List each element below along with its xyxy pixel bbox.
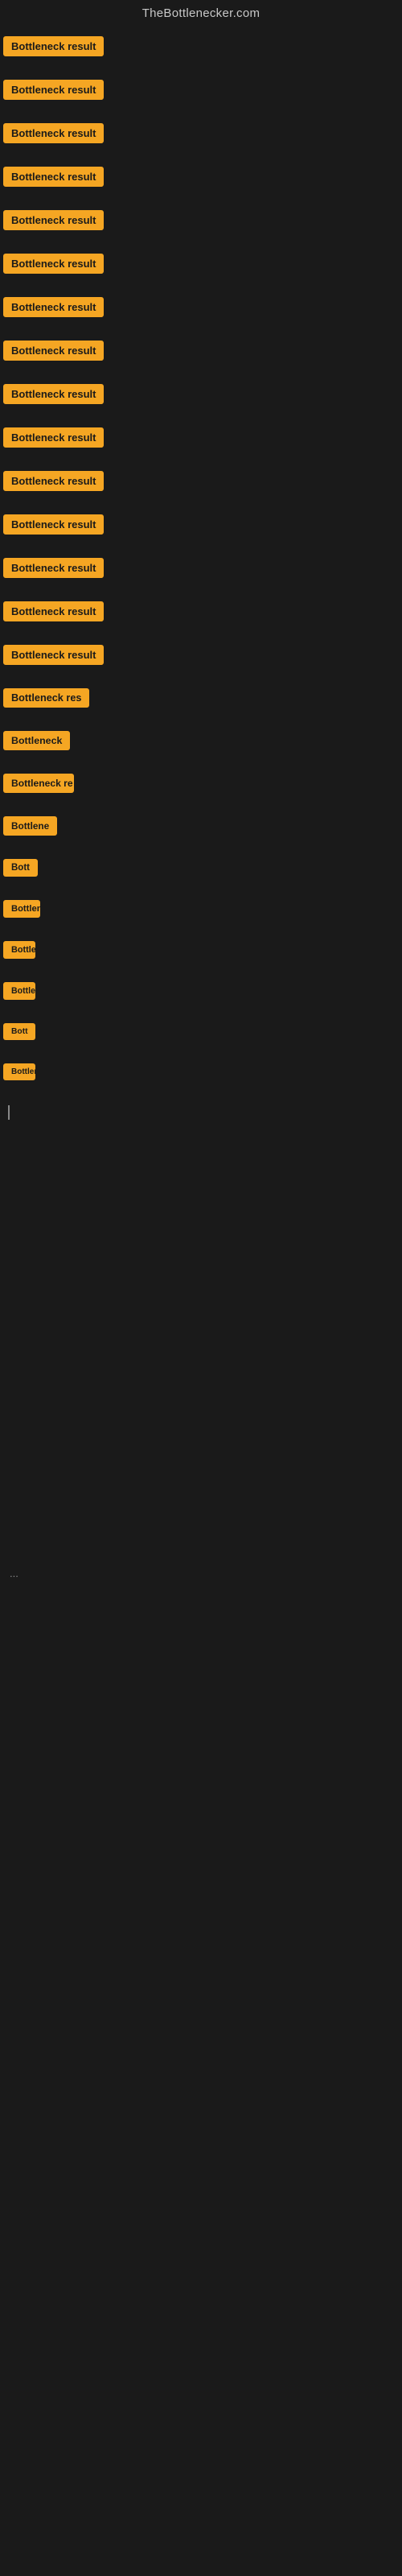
list-item: Bottleneck result [0, 369, 402, 413]
list-item: Bottleneck result [0, 500, 402, 543]
list-item: Bottleneck result [0, 30, 402, 65]
list-item: Bottleneck result [0, 630, 402, 674]
bottleneck-result-badge[interactable]: Bottleneck result [3, 254, 104, 274]
ellipsis-indicator: ... [0, 1567, 402, 1581]
list-item: Bottlenec [0, 1049, 402, 1089]
bottleneck-result-badge[interactable]: Bottlene [3, 816, 57, 836]
cursor [0, 1089, 402, 1124]
bottleneck-result-badge[interactable]: Bott [3, 1023, 35, 1040]
list-item: Bottleneck result [0, 65, 402, 109]
bottleneck-result-badge[interactable]: Bottleneck result [3, 167, 104, 187]
list-item: Bottlenec [0, 886, 402, 927]
bottleneck-result-badge[interactable]: Bottleneck result [3, 80, 104, 100]
bottleneck-result-badge[interactable]: Bottleneck result [3, 341, 104, 361]
list-item: Bottleneck re [0, 759, 402, 802]
list-item: Bottleneck result [0, 152, 402, 196]
bottleneck-result-badge[interactable]: Bottleneck result [3, 36, 104, 56]
list-item: Bottleneck result [0, 413, 402, 456]
bottleneck-result-badge[interactable]: Bottleneck result [3, 297, 104, 317]
bottleneck-result-badge[interactable]: Bottleneck result [3, 601, 104, 621]
list-item: Bottleneck result [0, 587, 402, 630]
list-item: Bottleneck [0, 716, 402, 759]
site-header: TheBottlenecker.com [0, 0, 402, 30]
list-item: Bott [0, 844, 402, 886]
bottleneck-result-badge[interactable]: Bottlen [3, 941, 35, 959]
list-item: Bottleneck result [0, 326, 402, 369]
list-item: Bottlen [0, 927, 402, 968]
bottleneck-result-badge[interactable]: Bottleneck result [3, 514, 104, 535]
list-item: Bottleneck result [0, 283, 402, 326]
bottleneck-result-badge[interactable]: Bottleneck result [3, 384, 104, 404]
bottleneck-result-badge[interactable]: Bottlenec [3, 1063, 35, 1080]
bottleneck-result-badge[interactable]: Bottleneck result [3, 210, 104, 230]
bottleneck-result-badge[interactable]: Bottleneck re [3, 774, 74, 793]
bottleneck-result-badge[interactable]: Bottleneck [3, 982, 35, 1000]
list-item: Bottleneck result [0, 196, 402, 239]
bottleneck-result-badge[interactable]: Bottleneck result [3, 471, 104, 491]
list-item: Bottlene [0, 802, 402, 844]
bottleneck-result-badge[interactable]: Bottleneck res [3, 688, 89, 708]
list-item: Bottleneck result [0, 543, 402, 587]
bottleneck-result-badge[interactable]: Bottlenec [3, 900, 40, 918]
list-item: Bott [0, 1009, 402, 1049]
bottleneck-result-badge[interactable]: Bott [3, 859, 38, 877]
list-item: Bottleneck result [0, 456, 402, 500]
bottleneck-result-badge[interactable]: Bottleneck result [3, 123, 104, 143]
list-item: Bottleneck result [0, 239, 402, 283]
items-container: Bottleneck result Bottleneck result Bottle… [0, 30, 402, 1903]
list-item: Bottleneck res [0, 674, 402, 716]
bottleneck-result-badge[interactable]: Bottleneck result [3, 427, 104, 448]
bottleneck-result-badge[interactable]: Bottleneck result [3, 558, 104, 578]
bottleneck-result-badge[interactable]: Bottleneck result [3, 645, 104, 665]
list-item: Bottleneck [0, 968, 402, 1009]
list-item: Bottleneck result [0, 109, 402, 152]
bottleneck-result-badge[interactable]: Bottleneck [3, 731, 70, 750]
